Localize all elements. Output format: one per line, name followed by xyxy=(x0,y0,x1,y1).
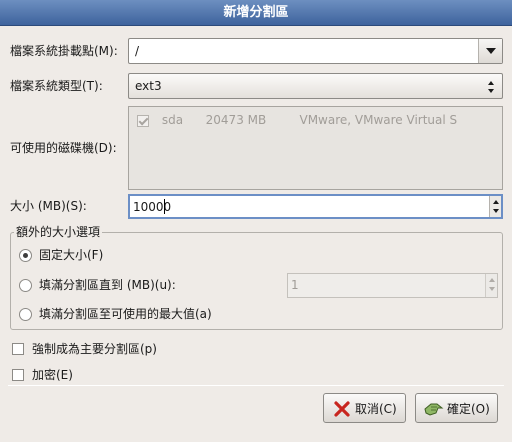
apply-hand-icon xyxy=(424,403,444,416)
dialog-title: 新增分割區 xyxy=(0,0,512,26)
fstype-label: 檔案系統類型(T): xyxy=(10,79,103,93)
mountpoint-value[interactable]: / xyxy=(135,43,139,59)
force-primary-checkbox[interactable] xyxy=(12,343,24,355)
list-item[interactable]: sda 20473 MB VMware, VMware Virtual S xyxy=(137,113,457,127)
radio-fill-max-label[interactable]: 填滿分割區至可使用的最大值(a) xyxy=(39,306,212,322)
radio-fixed-size-label[interactable]: 固定大小(F) xyxy=(39,247,103,263)
chevron-down-icon xyxy=(486,48,496,54)
drive-checkbox[interactable] xyxy=(137,114,149,127)
fill-until-input[interactable]: 1 xyxy=(291,277,299,293)
radio-fill-max[interactable] xyxy=(19,308,32,321)
encrypt-label[interactable]: 加密(E) xyxy=(32,367,73,383)
cancel-button-label: 取消(C) xyxy=(355,402,397,416)
size-stepper[interactable] xyxy=(489,196,501,217)
size-label: 大小 (MB)(S): xyxy=(10,199,87,213)
ok-button[interactable]: 確定(O) xyxy=(415,393,498,423)
drives-label: 可使用的磁碟機(D): xyxy=(10,141,117,155)
radio-fill-until[interactable] xyxy=(19,279,32,292)
drive-name: sda xyxy=(161,113,184,127)
updown-arrows-icon xyxy=(486,79,496,95)
drives-list[interactable]: sda 20473 MB VMware, VMware Virtual S xyxy=(128,106,503,190)
drive-size: 20473 MB xyxy=(205,113,267,127)
fill-until-spinbutton[interactable]: 1 xyxy=(287,273,498,298)
fstype-value: ext3 xyxy=(135,79,162,93)
mountpoint-combo[interactable]: / xyxy=(128,38,503,64)
ok-button-label: 確定(O) xyxy=(447,402,490,416)
size-input[interactable]: 10000 xyxy=(133,199,171,215)
divider xyxy=(8,385,504,386)
encrypt-checkbox[interactable] xyxy=(12,369,24,381)
radio-fill-until-label[interactable]: 填滿分割區直到 (MB)(u): xyxy=(39,277,176,293)
mountpoint-dropdown-button[interactable] xyxy=(478,39,502,63)
size-options-legend: 額外的大小選項 xyxy=(14,225,103,239)
close-icon xyxy=(334,401,350,417)
text-cursor xyxy=(164,199,165,214)
force-primary-label[interactable]: 強制成為主要分割區(p) xyxy=(32,341,157,357)
mountpoint-label: 檔案系統掛載點(M): xyxy=(10,44,118,58)
fill-until-stepper[interactable] xyxy=(485,274,497,297)
drive-model: VMware, VMware Virtual S xyxy=(299,113,458,127)
radio-fixed-size[interactable] xyxy=(19,249,32,262)
cancel-button[interactable]: 取消(C) xyxy=(323,393,406,423)
size-spinbutton[interactable]: 10000 xyxy=(128,194,503,219)
fstype-select[interactable]: ext3 xyxy=(128,73,503,99)
